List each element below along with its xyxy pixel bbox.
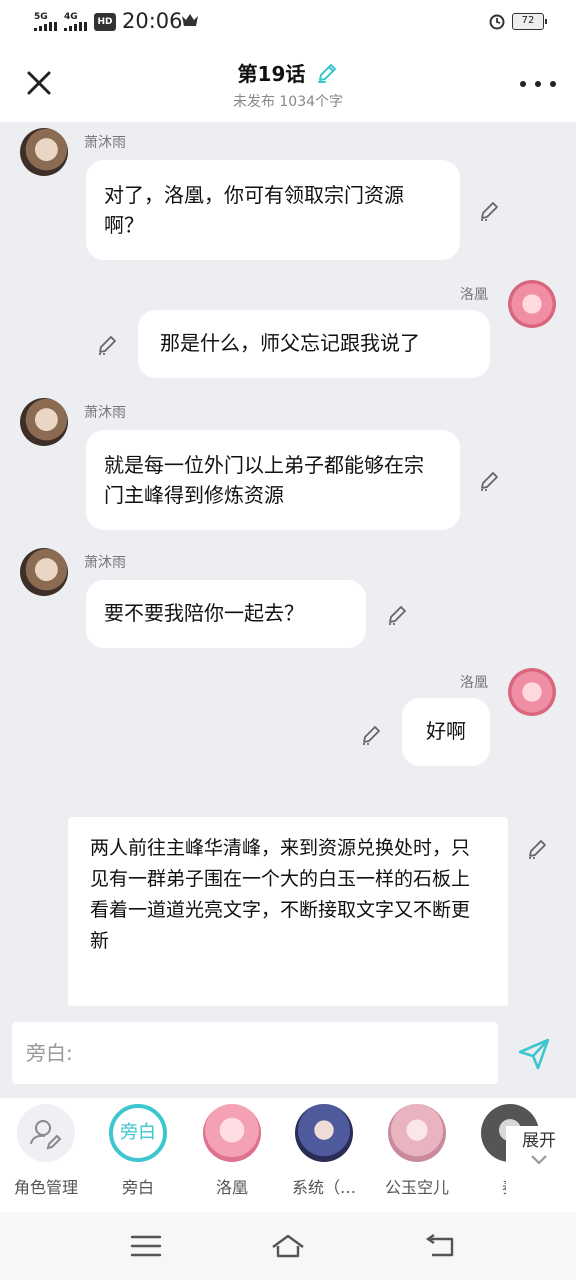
- role-narrator[interactable]: 旁白 旁白: [92, 1104, 184, 1198]
- chat-area[interactable]: 萧沐雨 对了，洛凰，你可有领取宗门资源啊？ 洛凰 那是什么，师父忘记跟我说了 萧…: [0, 122, 576, 1006]
- luohuang-avatar: [203, 1104, 261, 1162]
- alarm-icon: [489, 14, 505, 30]
- role-label: 系统（…: [291, 1178, 356, 1197]
- role-selector: 角色管理 旁白 旁白 洛凰 系统（… 公玉空儿 秦 展开: [0, 1098, 576, 1212]
- edit-title-icon[interactable]: [316, 62, 338, 84]
- header: 第19话 未发布 1034个字: [0, 44, 576, 122]
- network-label-5g: 5G: [34, 12, 48, 22]
- title-area: 第19话: [0, 58, 576, 87]
- avatar-xiaomuyu[interactable]: [20, 398, 68, 446]
- status-bar: 5G 4G HD 20:06 72: [0, 0, 576, 44]
- dot-icon: [535, 81, 541, 87]
- battery-indicator: 72: [512, 13, 547, 30]
- role-label: 角色管理: [13, 1178, 78, 1197]
- message-input[interactable]: [12, 1022, 498, 1084]
- home-icon[interactable]: [270, 1232, 306, 1260]
- dot-icon: [520, 81, 526, 87]
- menu-icon[interactable]: [128, 1232, 164, 1260]
- input-container: [12, 1022, 498, 1084]
- edit-message-icon[interactable]: [386, 602, 410, 626]
- role-manage-avatar: [17, 1104, 75, 1162]
- role-label: 洛凰: [215, 1178, 248, 1197]
- page-title[interactable]: 第19话: [238, 58, 306, 87]
- role-label: 旁白: [121, 1178, 154, 1197]
- speaker-name: 萧沐雨: [84, 555, 126, 571]
- avatar-xiaomuyu[interactable]: [20, 128, 68, 176]
- hd-badge: HD: [94, 13, 116, 31]
- message-bubble[interactable]: 对了，洛凰，你可有领取宗门资源啊？: [86, 160, 460, 260]
- more-options-button[interactable]: [520, 78, 556, 90]
- speaker-name: 萧沐雨: [84, 405, 126, 421]
- input-bar: [0, 1006, 576, 1098]
- signal-icon-2: [64, 22, 87, 31]
- chevron-down-icon: [531, 1155, 547, 1165]
- edit-message-icon[interactable]: [478, 198, 502, 222]
- user-edit-icon: [30, 1120, 62, 1150]
- dot-icon: [550, 81, 556, 87]
- message-bubble[interactable]: 好啊: [402, 698, 490, 766]
- system-avatar: [295, 1104, 353, 1162]
- narration-block[interactable]: 两人前往主峰华清峰，来到资源兑换处时，只见有一群弟子围在一个大的白玉一样的石板上…: [68, 817, 508, 1006]
- message-bubble[interactable]: 那是什么，师父忘记跟我说了: [138, 310, 490, 378]
- crown-icon: [182, 14, 198, 26]
- expand-button[interactable]: 展开: [506, 1126, 572, 1212]
- signal-icon: [34, 22, 57, 31]
- role-system[interactable]: 系统（…: [278, 1104, 370, 1198]
- role-luohuang[interactable]: 洛凰: [186, 1104, 278, 1198]
- edit-message-icon[interactable]: [96, 332, 120, 356]
- clock: 20:06: [122, 9, 183, 33]
- speaker-name: 萧沐雨: [84, 135, 126, 151]
- back-icon[interactable]: [422, 1232, 458, 1260]
- speaker-name: 洛凰: [460, 287, 488, 303]
- message-bubble[interactable]: 就是每一位外门以上弟子都能够在宗门主峰得到修炼资源: [86, 430, 460, 530]
- role-manage-button[interactable]: 角色管理: [0, 1104, 92, 1198]
- network-label-4g: 4G: [64, 12, 78, 22]
- avatar-luohuang[interactable]: [508, 668, 556, 716]
- word-count-status: 未发布 1034个字: [232, 94, 344, 110]
- avatar-luohuang[interactable]: [508, 280, 556, 328]
- role-gongyukonger[interactable]: 公玉空儿: [371, 1104, 463, 1198]
- gongyukonger-avatar: [388, 1104, 446, 1162]
- role-label: 公玉空儿: [384, 1178, 449, 1197]
- edit-message-icon[interactable]: [360, 722, 384, 746]
- edit-message-icon[interactable]: [478, 468, 502, 492]
- avatar-xiaomuyu[interactable]: [20, 548, 68, 596]
- send-icon[interactable]: [516, 1036, 552, 1072]
- edit-narration-icon[interactable]: [526, 836, 550, 860]
- message-bubble[interactable]: 要不要我陪你一起去？: [86, 580, 366, 648]
- expand-label: 展开: [522, 1131, 556, 1151]
- narrator-avatar: 旁白: [109, 1104, 167, 1162]
- system-nav-bar: [0, 1212, 576, 1280]
- speaker-name: 洛凰: [460, 675, 488, 691]
